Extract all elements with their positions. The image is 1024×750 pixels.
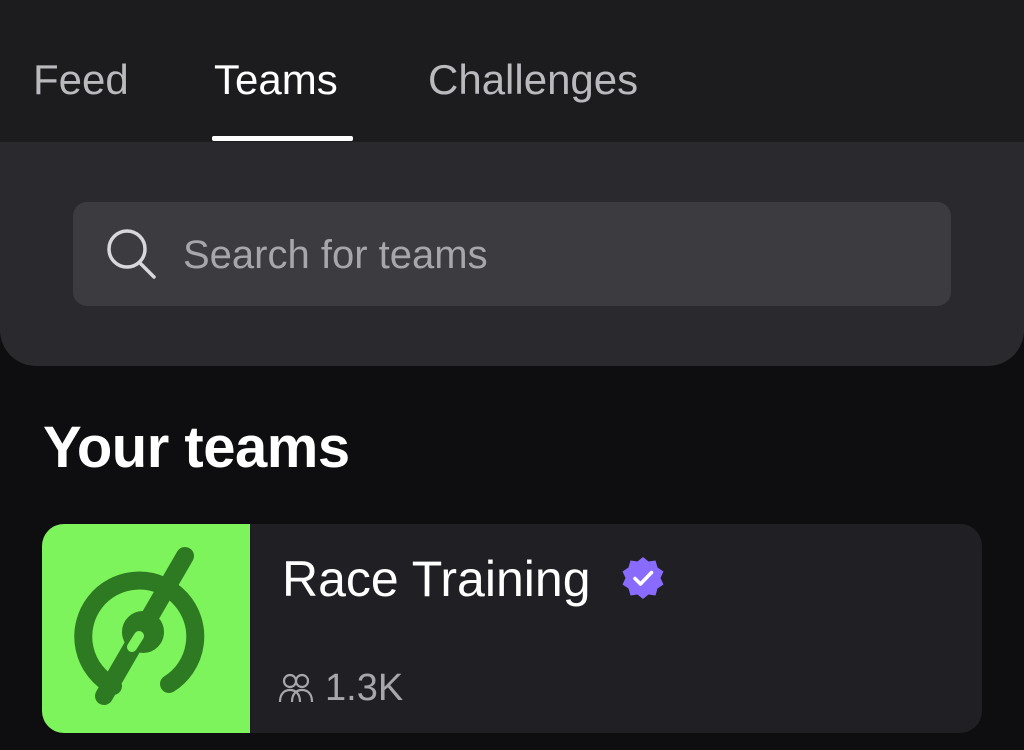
peloton-logo	[74, 547, 205, 705]
search-input[interactable]	[183, 228, 923, 282]
tab-feed[interactable]: Feed	[33, 52, 129, 108]
tab-challenges[interactable]: Challenges	[428, 52, 638, 108]
team-logo	[42, 524, 250, 733]
active-tab-indicator	[212, 136, 353, 141]
members-icon	[278, 673, 314, 703]
verified-badge-icon	[622, 557, 664, 599]
search-icon	[107, 229, 156, 279]
section-title-your-teams: Your teams	[43, 415, 350, 480]
member-count: 1.3K	[325, 667, 404, 709]
team-card[interactable]: Race Training 1.3K	[42, 524, 982, 733]
tab-teams[interactable]: Teams	[214, 52, 338, 108]
team-name: Race Training	[282, 551, 591, 607]
